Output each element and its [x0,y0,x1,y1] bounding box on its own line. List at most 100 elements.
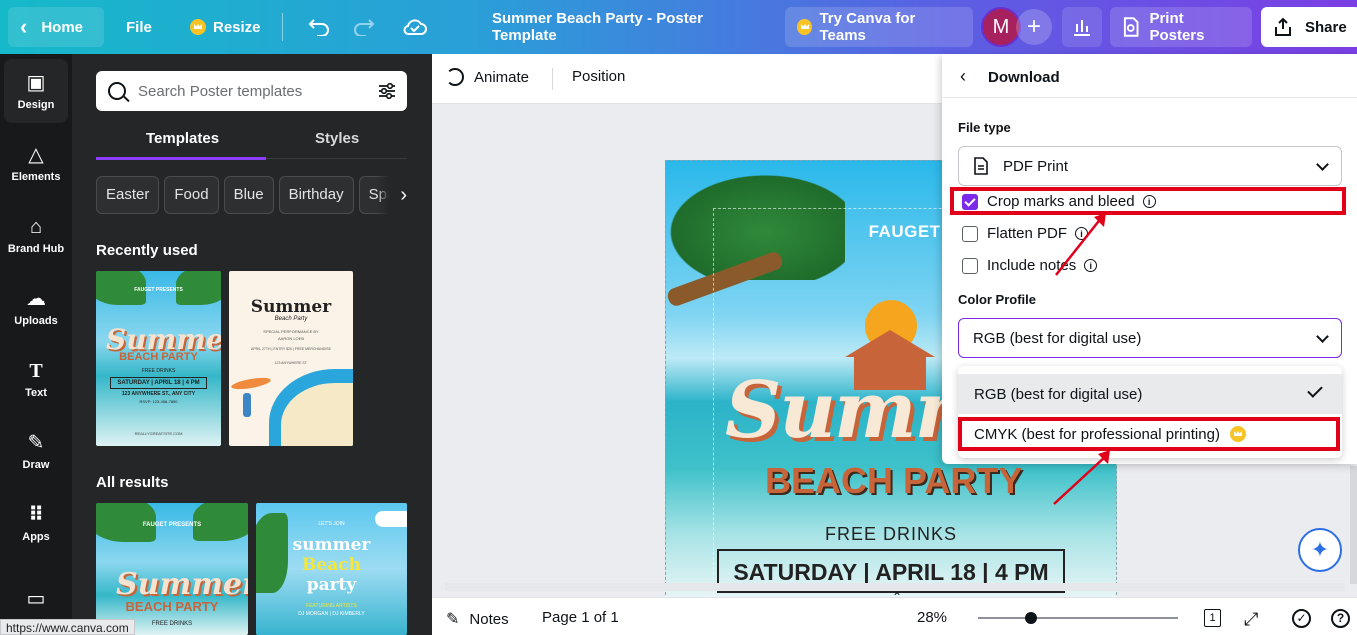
try-teams-button[interactable]: Try Canva for Teams [785,7,973,47]
color-profile-value: RGB (best for digital use) [973,329,1142,347]
vertical-scrollbar[interactable] [1350,466,1357,584]
chevron-down-icon [1316,158,1329,171]
template-thumb-summer-beach-result[interactable]: FAUGET PRESENTS Summer BEACH PARTY FREE … [96,503,248,635]
rail-item-brand-hub[interactable]: ⌂ Brand Hub [4,203,68,267]
zoom-slider-track[interactable] [978,617,1178,619]
templates-panel: Search Poster templates Templates Styles… [72,54,432,635]
save-status-button[interactable] [390,7,440,47]
surfer-figure [243,393,251,417]
active-tab-indicator [96,157,266,160]
chip-food[interactable]: Food [164,176,219,214]
option-rgb[interactable]: RGB (best for digital use) [958,374,1342,414]
thumb-text: Summer [250,297,332,317]
fullscreen-button[interactable]: ⤢ [1244,609,1258,630]
tab-styles[interactable]: Styles [315,130,359,147]
thumb-text: AARON LOEB [277,336,304,341]
highlight-box-cmyk [958,417,1340,451]
chip-birthday[interactable]: Birthday [278,176,354,214]
thumb-text: FEATURING ARTISTS [306,603,357,609]
rail-item-uploads[interactable]: ☁ Uploads [4,275,68,339]
all-results-heading: All results [96,474,169,491]
checkmark-icon [1307,382,1323,398]
rail-item-draw[interactable]: ✎ Draw [4,419,68,483]
option-rgb-label: RGB (best for digital use) [974,385,1143,403]
sparkle-icon: ✦ [1310,537,1330,562]
resize-button[interactable]: Resize [178,7,273,47]
notes-button[interactable]: ✎ Notes [446,609,509,629]
share-icon [1275,17,1291,36]
flatten-pdf-checkbox[interactable] [962,225,978,242]
filter-icon[interactable] [377,81,397,101]
file-menu-button[interactable]: File [114,7,164,47]
annotation-arrow [1055,213,1106,276]
chevron-up-icon[interactable]: ⌃ [892,590,902,604]
add-member-button[interactable]: + [1016,9,1052,45]
shapes-icon: △ [28,143,44,166]
position-button[interactable]: Position [572,68,625,85]
include-notes-checkbox[interactable] [962,257,978,274]
file-type-select[interactable]: PDF Print [958,146,1342,186]
template-thumb-summer-beach[interactable]: FAUGET PRESENTS Summer BEACH PARTY FREE … [96,271,221,446]
animate-button[interactable]: Animate [446,68,529,86]
home-label: Home [41,18,84,36]
rail-item-text[interactable]: T Text [4,347,68,411]
print-posters-button[interactable]: Print Posters [1110,7,1252,47]
page-indicator[interactable]: Page 1 of 1 [542,609,619,626]
redo-button[interactable] [341,7,387,47]
status-url: https://www.canva.com [0,619,135,635]
search-input[interactable]: Search Poster templates [96,71,407,111]
print-icon [1123,17,1139,37]
template-thumb-summer-party-result[interactable]: LET'S JOIN summer Beach party FEATURING … [256,503,407,635]
toolbar-divider [552,68,553,90]
rail-label-draw: Draw [22,458,50,471]
thumb-text: Summer [116,567,248,602]
download-header: ‹ Download [942,54,1357,98]
search-placeholder: Search Poster templates [138,82,303,100]
thumb-text: 123 ANYWHERE ST. [274,361,308,365]
chips-next-button[interactable]: › [377,176,407,214]
filter-chips: EasterFoodBlueBirthdaySprin › [96,176,407,216]
tab-templates[interactable]: Templates [146,130,219,147]
share-label: Share [1305,18,1347,36]
template-thumb-summer-surf[interactable]: Summer Beach Party SPECIAL PERFORMANCE B… [229,271,353,446]
chevron-right-icon: › [400,183,407,206]
check-button[interactable]: ✓ [1292,609,1311,628]
share-button[interactable]: Share [1261,7,1357,47]
help-icon: ? [1331,609,1350,628]
annotation-arrow [1053,450,1110,505]
chip-easter[interactable]: Easter [96,176,160,214]
cloud-check-icon [403,19,427,35]
thumb-text: REALLYGREATSITE.COM [134,431,183,436]
back-arrow-icon[interactable]: ‹ [960,66,966,87]
pages-icon: 1 [1204,609,1221,627]
crown-icon [190,19,206,35]
rail-label-text: Text [25,386,47,399]
resize-label: Resize [213,18,261,36]
thumb-text: BEACH PARTY [125,599,219,614]
home-button[interactable]: ‹ Home [8,7,104,47]
help-button[interactable]: ? [1331,609,1350,628]
zoom-slider-handle[interactable] [1025,612,1037,624]
thumb-text: FREE DRINKS [141,368,176,374]
color-profile-select[interactable]: RGB (best for digital use) [958,318,1342,358]
teams-label: Try Canva for Teams [819,10,916,44]
undo-button[interactable] [296,7,342,47]
page-count-button[interactable]: 1 [1204,609,1221,627]
check-circle-icon: ✓ [1292,609,1311,628]
document-icon [974,157,988,175]
magic-assistant-button[interactable]: ✦ [1298,528,1342,572]
rail-item-elements[interactable]: △ Elements [4,131,68,195]
top-bar: ‹ Home File Resize Summer Beach Party - … [0,0,1357,54]
layout-icon: ▣ [26,71,46,94]
avatar[interactable]: M [981,7,1021,47]
folder-icon: ▭ [26,587,46,610]
insights-button[interactable] [1062,7,1102,47]
rail-item-design[interactable]: ▣ Design [4,59,68,123]
document-title[interactable]: Summer Beach Party - Poster Template [480,7,770,47]
rail-item-apps[interactable]: ⠿ Apps [4,491,68,555]
zoom-value[interactable]: 28% [917,609,947,626]
surfboard-shape [230,375,272,392]
chip-blue[interactable]: Blue [223,176,274,214]
thumb-text: SATURDAY | APRIL 18 | 4 PM [110,377,207,389]
thumb-text: Beach [302,555,361,575]
